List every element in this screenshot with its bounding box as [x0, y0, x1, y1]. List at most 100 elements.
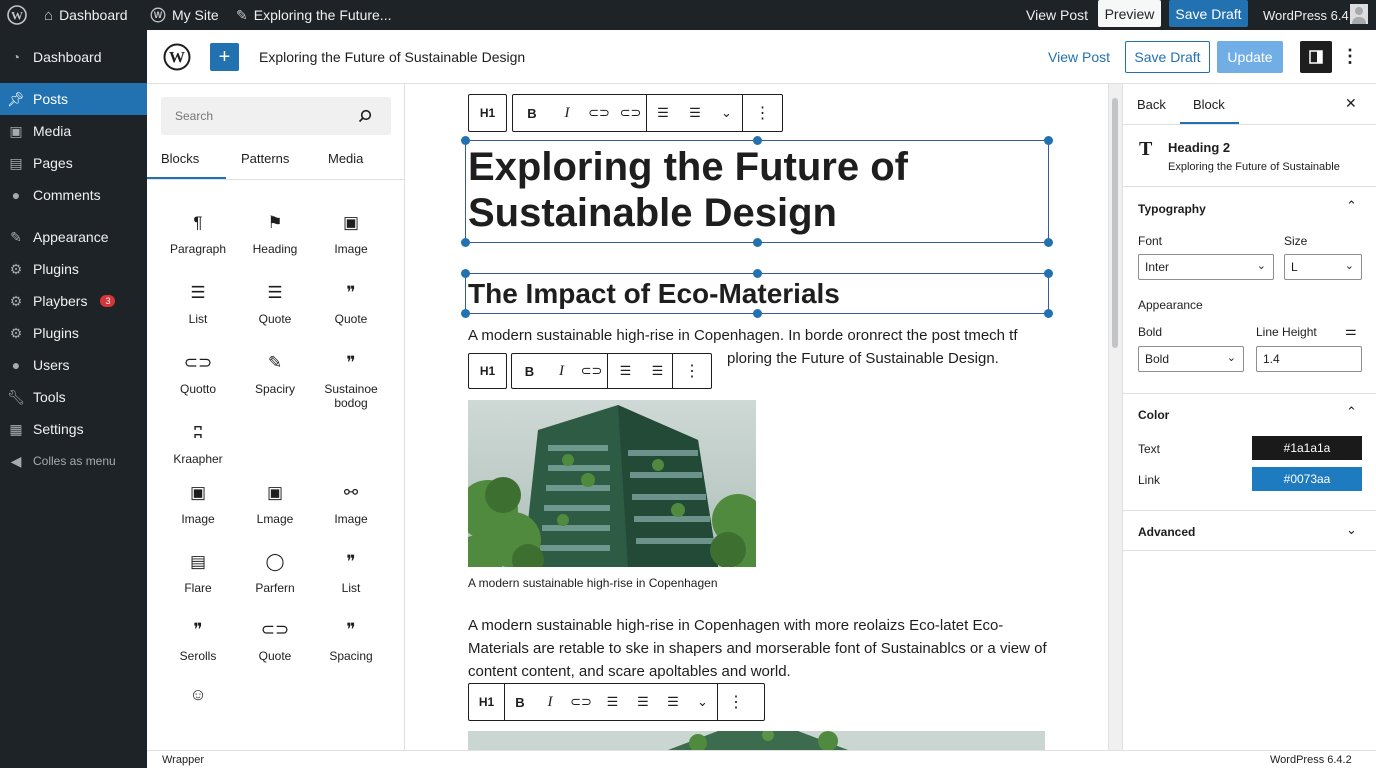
- sidebar-item-dashboard[interactable]: ◔ Dashboard: [0, 41, 147, 73]
- block-item-list-2[interactable]: ❞ List: [313, 551, 389, 595]
- wordpress-logo-icon[interactable]: W: [7, 0, 27, 30]
- block-item-spaciry[interactable]: ✎ Spaciry: [237, 352, 313, 396]
- sidebar-item-media[interactable]: ▣ Media: [0, 115, 147, 147]
- close-icon[interactable]: ✕: [1345, 95, 1357, 112]
- bold-button[interactable]: B: [505, 684, 535, 720]
- avatar[interactable]: [1350, 4, 1368, 24]
- color-panel-title[interactable]: Color: [1138, 408, 1169, 422]
- sidebar-item-plugins-2[interactable]: ⚙ Plugins: [0, 317, 147, 349]
- block-item-quote[interactable]: ☰ Quote: [237, 282, 313, 326]
- scrollbar-thumb[interactable]: [1112, 98, 1118, 348]
- block-item-kraapher[interactable]: ʭ Kraapher: [160, 422, 236, 466]
- block-item-sustainoe[interactable]: ❞ Sustainoe bodog: [313, 352, 389, 410]
- align-right-icon[interactable]: ☰: [658, 684, 688, 720]
- block-item-parfern[interactable]: ◯ Parfern: [237, 551, 313, 595]
- block-item-quotto[interactable]: ⊂⊃ Quotto: [160, 352, 236, 396]
- sidebar-item-posts[interactable]: 📌︎ Posts: [0, 83, 147, 115]
- canvas-scrollbar[interactable]: [1108, 84, 1122, 750]
- bold-button[interactable]: B: [513, 95, 551, 131]
- adminbar-dashboard[interactable]: ⌂ Dashboard: [44, 0, 128, 30]
- resize-handle[interactable]: [1044, 269, 1053, 278]
- italic-button[interactable]: I: [551, 95, 583, 131]
- chevron-up-icon[interactable]: ⌃: [1346, 404, 1357, 420]
- italic-button[interactable]: I: [547, 354, 576, 388]
- link-icon[interactable]: ⊂⊃: [576, 354, 608, 388]
- block-item-quote-3[interactable]: ⊂⊃ Quote: [237, 619, 313, 663]
- sidebar-item-plugins[interactable]: ⚙ Plugins: [0, 253, 147, 285]
- paragraph-block-2[interactable]: A modern sustainable high-rise in Copenh…: [468, 614, 1047, 683]
- sidebar-item-playbers[interactable]: ⚙ Playbers 3: [0, 285, 147, 317]
- block-item-serolls[interactable]: ❞ Serolls: [160, 619, 236, 663]
- block-item-paragraph[interactable]: ¶ Paragraph: [160, 212, 236, 256]
- link-color-swatch[interactable]: #0073aa: [1252, 467, 1362, 491]
- block-item-quote-2[interactable]: ❞ Quote: [313, 282, 389, 326]
- align-center-icon[interactable]: ☰: [679, 95, 711, 131]
- link-icon[interactable]: ⊂⊃: [583, 95, 615, 131]
- italic-button[interactable]: I: [535, 684, 565, 720]
- heading-level-button[interactable]: H1: [468, 353, 507, 389]
- bold-button[interactable]: B: [512, 354, 547, 388]
- paragraph-block[interactable]: A modern sustainable high-rise in Copenh…: [468, 324, 1018, 347]
- sidebar-item-users[interactable]: ● Users: [0, 349, 147, 381]
- unlink-icon[interactable]: ⊂⊃: [615, 95, 647, 131]
- save-draft-button[interactable]: Save Draft: [1125, 41, 1210, 73]
- resize-handle[interactable]: [1044, 309, 1053, 318]
- font-weight-select[interactable]: Bold ⌄: [1138, 346, 1244, 372]
- sidebar-item-settings[interactable]: ▦ Settings: [0, 413, 147, 445]
- settings-toggle[interactable]: [1300, 41, 1332, 73]
- wordpress-logo-icon[interactable]: W: [163, 43, 191, 74]
- resize-handle[interactable]: [1044, 136, 1053, 145]
- block-item-emoji[interactable]: ☺: [160, 684, 236, 714]
- adminbar-edit-post[interactable]: ✎ Exploring the Future...: [236, 0, 391, 30]
- view-post-link[interactable]: View Post: [1048, 49, 1110, 65]
- chevron-up-icon[interactable]: ⌃: [1346, 198, 1357, 214]
- heading-2-block[interactable]: The Impact of Eco-Materials: [468, 277, 840, 311]
- tab-media[interactable]: Media: [328, 151, 363, 166]
- block-inserter-toggle[interactable]: +: [210, 43, 239, 71]
- tab-patterns[interactable]: Patterns: [241, 151, 289, 166]
- resize-handle[interactable]: [753, 238, 762, 247]
- post-title[interactable]: Exploring the Future of Sustainable Desi…: [468, 144, 908, 236]
- document-title[interactable]: Exploring the Future of Sustainable Desi…: [259, 49, 525, 65]
- align-center-icon[interactable]: ☰: [628, 684, 658, 720]
- building-image[interactable]: [468, 400, 756, 567]
- sliders-icon[interactable]: ⚌: [1345, 323, 1357, 339]
- line-height-input[interactable]: 1.4: [1256, 346, 1362, 372]
- sidebar-item-appearance[interactable]: ✎ Appearance: [0, 221, 147, 253]
- size-select[interactable]: L ⌄: [1284, 254, 1362, 280]
- block-item-image-2[interactable]: ▣ Image: [160, 482, 236, 526]
- preview-button[interactable]: Preview: [1098, 0, 1161, 27]
- second-image[interactable]: [468, 731, 1045, 750]
- search-input[interactable]: Search: [161, 97, 391, 135]
- more-options-icon[interactable]: ⋮: [718, 684, 754, 720]
- heading-level-button[interactable]: H1: [469, 684, 505, 720]
- typography-panel-title[interactable]: Typography: [1138, 202, 1206, 216]
- link-icon[interactable]: ⊂⊃: [565, 684, 597, 720]
- resize-handle[interactable]: [1044, 238, 1053, 247]
- block-item-image-3[interactable]: ⚯ Image: [313, 482, 389, 526]
- tab-block[interactable]: Block: [1193, 97, 1225, 112]
- advanced-panel-title[interactable]: Advanced: [1138, 525, 1195, 539]
- block-item-spacing[interactable]: ❞ Spacing: [313, 619, 389, 663]
- update-button[interactable]: Update: [1217, 41, 1283, 73]
- block-item-flare[interactable]: ▤ Flare: [160, 551, 236, 595]
- chevron-down-icon[interactable]: ⌄: [1346, 522, 1357, 538]
- block-item-image[interactable]: ▣ Image: [313, 212, 389, 256]
- text-color-swatch[interactable]: #1a1a1a: [1252, 436, 1362, 460]
- more-options-icon[interactable]: ⋮: [673, 354, 711, 388]
- sidebar-item-tools[interactable]: 🔧︎ Tools: [0, 381, 147, 413]
- more-options-icon[interactable]: ⋮: [743, 95, 782, 131]
- heading-level-button[interactable]: H1: [468, 94, 507, 132]
- align-center-icon[interactable]: ☰: [643, 354, 673, 388]
- adminbar-view-post[interactable]: View Post: [1026, 0, 1088, 30]
- tab-blocks[interactable]: Blocks: [161, 151, 199, 166]
- tab-back[interactable]: Back: [1137, 97, 1166, 112]
- options-menu-icon[interactable]: ⋮: [1341, 46, 1359, 67]
- resize-handle[interactable]: [461, 238, 470, 247]
- align-left-icon[interactable]: ☰: [597, 684, 628, 720]
- block-item-heading[interactable]: ⚑ Heading: [237, 212, 313, 256]
- align-left-icon[interactable]: ☰: [608, 354, 643, 388]
- collapse-menu-button[interactable]: ◀ Colles as menu: [0, 445, 147, 477]
- chevron-down-icon[interactable]: ⌄: [711, 95, 743, 131]
- image-caption[interactable]: A modern sustainable high-rise in Copenh…: [468, 576, 718, 590]
